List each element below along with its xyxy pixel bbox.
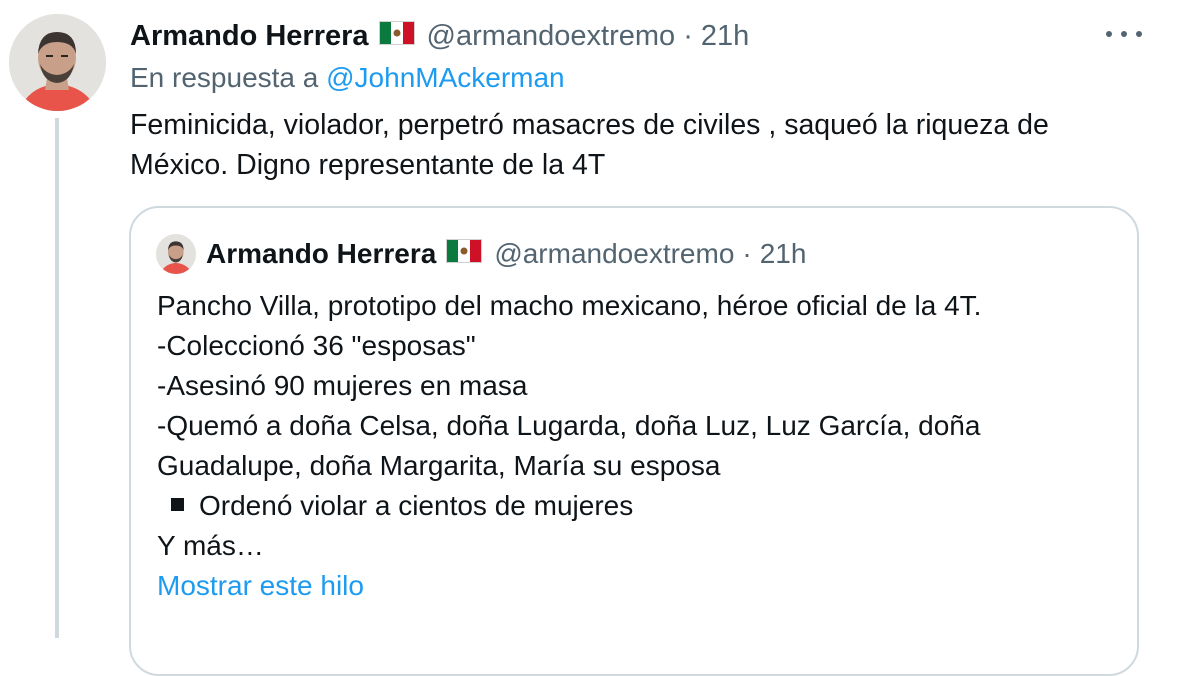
thread-connector-line bbox=[55, 118, 59, 638]
tweet-text-line: Feminicida, violador, perpetró masacres … bbox=[130, 109, 1049, 141]
quoted-text-line: Pancho Villa, prototipo del macho mexica… bbox=[157, 290, 982, 321]
quoted-author-avatar bbox=[156, 234, 196, 274]
quoted-header-separator: · bbox=[742, 238, 752, 269]
quoted-author-name: Armando Herrera bbox=[206, 238, 437, 269]
tweet-header: Armando Herrera @armandoextremo · 21h bbox=[130, 18, 749, 54]
quoted-bullet-text: Ordenó violar a cientos de mujeres bbox=[199, 490, 634, 521]
mexico-flag-icon bbox=[446, 238, 483, 270]
quoted-text-line: -Coleccionó 36 "esposas" bbox=[157, 330, 476, 361]
more-options-icon[interactable] bbox=[1106, 22, 1142, 46]
reply-to-link[interactable]: @JohnMAckerman bbox=[326, 62, 565, 93]
quoted-author-handle: @armandoextremo bbox=[494, 238, 735, 269]
quoted-text-line: Guadalupe, doña Margarita, María su espo… bbox=[157, 450, 721, 481]
quoted-text-line: -Quemó a doña Celsa, doña Lugarda, doña … bbox=[157, 410, 981, 441]
quoted-tweet-timestamp: 21h bbox=[759, 238, 807, 269]
quoted-tweet-header: Armando Herrera @armandoextremo · 21h bbox=[206, 236, 806, 272]
quoted-tweet-card[interactable]: Armando Herrera @armandoextremo · 21h Pa… bbox=[129, 206, 1139, 676]
author-handle[interactable]: @armandoextremo bbox=[427, 20, 676, 53]
header-separator: · bbox=[683, 19, 693, 52]
quoted-closing-line: Y más… bbox=[157, 530, 264, 561]
black-square-bullet-icon bbox=[171, 498, 184, 512]
tweet-text: Feminicida, violador, perpetró masacres … bbox=[130, 105, 1140, 185]
show-thread-link[interactable]: Mostrar este hilo bbox=[157, 570, 364, 602]
quoted-text-line: -Asesinó 90 mujeres en masa bbox=[157, 370, 528, 401]
mexico-flag-icon bbox=[378, 20, 415, 53]
reply-context: En respuesta a @JohnMAckerman bbox=[130, 62, 565, 94]
tweet-timestamp[interactable]: 21h bbox=[701, 20, 749, 53]
quoted-tweet-text: Pancho Villa, prototipo del macho mexica… bbox=[157, 286, 1117, 566]
tweet-text-line: México. Digno representante de la 4T bbox=[130, 149, 606, 181]
reply-prefix: En respuesta a bbox=[130, 62, 319, 93]
author-name[interactable]: Armando Herrera bbox=[130, 20, 369, 53]
author-avatar[interactable] bbox=[9, 14, 106, 111]
quoted-bullet-item: Ordenó violar a cientos de mujeres bbox=[157, 486, 1117, 526]
